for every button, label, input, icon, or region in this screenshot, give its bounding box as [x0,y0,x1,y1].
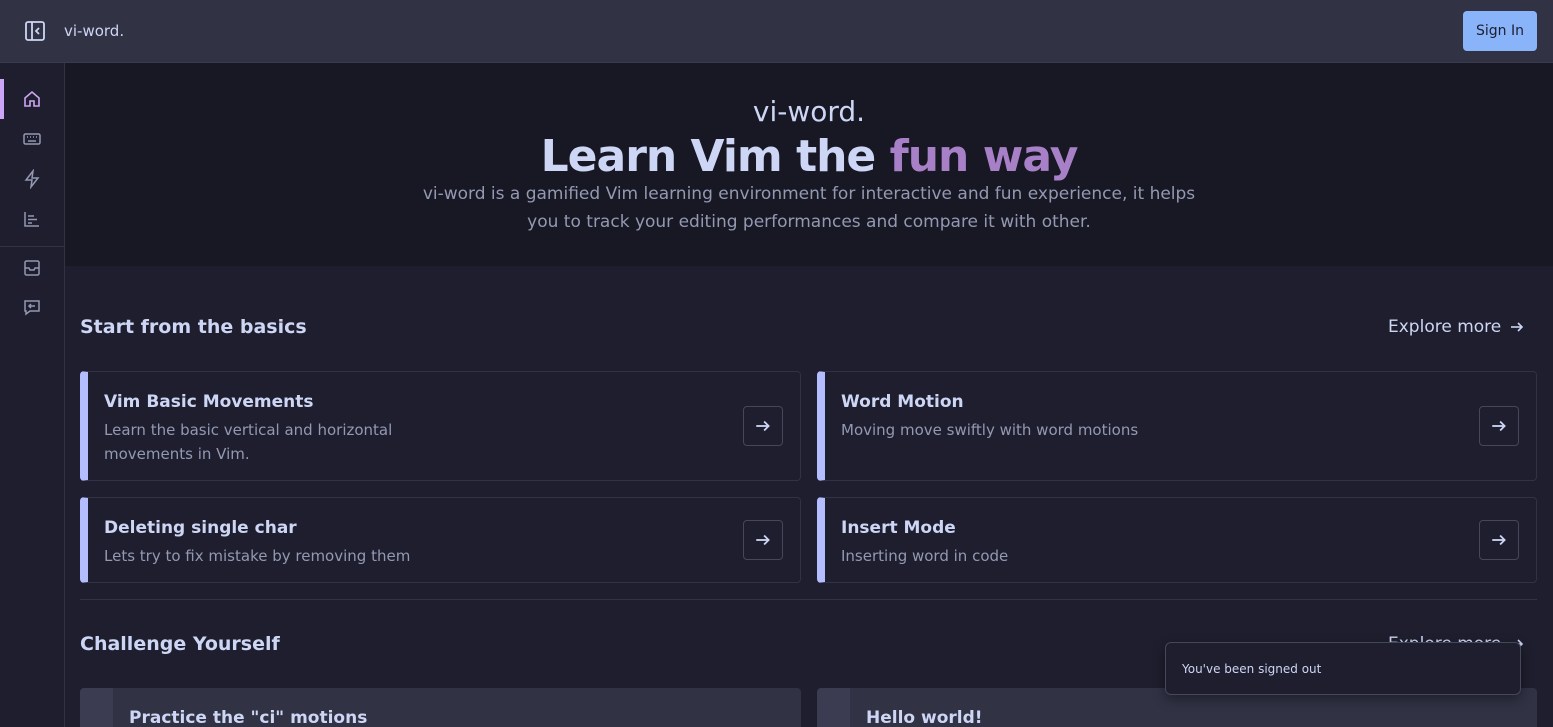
lesson-card[interactable]: Vim Basic Movements Learn the basic vert… [80,371,801,481]
sidebar-item-challenge[interactable] [0,159,64,199]
home-icon [24,90,40,107]
sidebar-toggle-icon[interactable] [24,20,46,42]
lesson-card-title: Word Motion [841,392,964,412]
hero-brand: vi-word. [752,95,866,128]
keyboard-icon [23,133,41,145]
basics-section-title: Start from the basics [80,316,307,338]
chart-icon [24,212,39,227]
sidebar-item-home[interactable] [0,79,64,119]
section-divider [80,599,1537,600]
sidebar [0,63,65,727]
sidebar-item-keyboard[interactable] [0,119,64,159]
challenge-card-title: Practice the "ci" motions [129,708,368,727]
lesson-card-description: Inserting word in code [841,547,1009,565]
bolt-icon [24,169,40,189]
sign-in-button[interactable]: Sign In [1463,11,1537,51]
arrow-right-icon [1511,322,1524,332]
lesson-open-button[interactable] [743,406,783,446]
toast-message: You've been signed out [1182,662,1322,676]
lesson-card-title: Deleting single char [104,518,297,538]
hero-title-main: Learn Vim the [540,131,890,182]
app-brand[interactable]: vi-word. [64,22,124,40]
challenge-card[interactable]: Practice the "ci" motions [80,688,801,727]
sidebar-item-inbox[interactable] [0,248,64,288]
arrow-right-icon [1492,420,1506,432]
lesson-card-description: Lets try to fix mistake by removing them [104,547,411,565]
lesson-card[interactable]: Word Motion Moving move swiftly with wor… [817,371,1537,481]
explore-more-label: Explore more [1388,317,1502,337]
hero-section: vi-word. Learn Vim the fun way vi-word i… [65,63,1553,266]
sidebar-item-feedback[interactable] [0,287,64,327]
sidebar-item-leaderboard[interactable] [0,199,64,239]
lesson-card-description: Learn the basic vertical and horizontal … [104,421,393,463]
lesson-card[interactable]: Deleting single char Lets try to fix mis… [80,497,801,583]
lesson-open-button[interactable] [743,520,783,560]
challenge-card-title: Hello world! [866,708,983,727]
challenge-section-title: Challenge Yourself [80,633,280,655]
toast-notification[interactable]: You've been signed out [1165,642,1521,695]
inbox-icon [24,260,40,276]
lesson-card[interactable]: Insert Mode Inserting word in code [817,497,1537,583]
lesson-card-description: Moving move swiftly with word motions [841,421,1139,439]
sidebar-divider [0,246,64,247]
feedback-icon [24,300,40,316]
arrow-right-icon [1492,534,1506,546]
hero-title-accent: fun way [889,131,1079,182]
lesson-open-button[interactable] [1479,406,1519,446]
explore-more-link[interactable]: Explore more [1388,317,1525,337]
arrow-right-icon [756,534,770,546]
hero-title: Learn Vim the fun way [65,131,1553,182]
hero-description: vi-word is a gamified Vim learning envir… [422,184,1196,232]
lesson-card-title: Vim Basic Movements [104,392,314,412]
top-bar: vi-word. Sign In [0,0,1553,63]
lesson-open-button[interactable] [1479,520,1519,560]
lesson-card-title: Insert Mode [841,518,956,538]
arrow-right-icon [756,420,770,432]
